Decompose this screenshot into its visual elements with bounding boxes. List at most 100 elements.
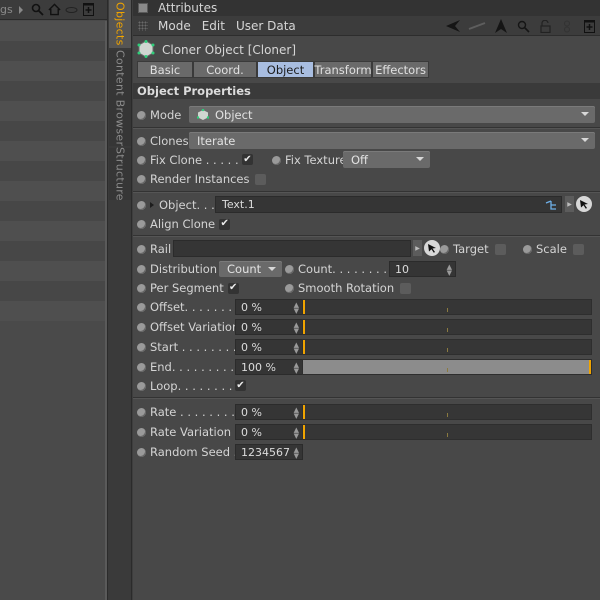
tab-object[interactable]: Object: [257, 61, 314, 78]
lock-icon[interactable]: [538, 19, 552, 33]
rail-menu-button[interactable]: ▶: [413, 240, 422, 256]
slider-value-field[interactable]: 100 % ▲ ▼: [235, 359, 303, 375]
expand-arrow-icon[interactable]: [150, 202, 154, 208]
slider-handle[interactable]: [589, 360, 591, 374]
slider-value-field[interactable]: 0 % ▲ ▼: [235, 299, 303, 315]
back-arrow-icon[interactable]: [446, 19, 460, 33]
animate-dot[interactable]: [137, 427, 146, 437]
object-link-field[interactable]: Text.1: [215, 196, 562, 213]
slider-handle[interactable]: [303, 320, 305, 334]
scale-checkbox[interactable]: [572, 243, 584, 255]
animate-dot[interactable]: [137, 302, 146, 312]
object-list-row[interactable]: [0, 141, 105, 161]
per-segment-checkbox[interactable]: ✔: [227, 282, 239, 294]
count-field[interactable]: 10 ▲ ▼: [389, 261, 456, 277]
ellipse-icon[interactable]: [65, 3, 78, 16]
animate-dot[interactable]: [137, 447, 146, 457]
distribution-dropdown[interactable]: Count: [219, 261, 282, 277]
forward-arrow-icon[interactable]: [468, 19, 486, 33]
tab-objects[interactable]: Objects: [109, 0, 131, 48]
slider-handle[interactable]: [303, 425, 305, 439]
animate-dot[interactable]: [137, 110, 146, 120]
tab-coord[interactable]: Coord.: [193, 61, 257, 78]
animate-dot[interactable]: [440, 244, 449, 254]
animate-dot[interactable]: [137, 322, 146, 332]
menu-edit[interactable]: Edit: [202, 19, 225, 33]
animate-dot[interactable]: [137, 264, 146, 274]
slider-value-field[interactable]: 0 % ▲ ▼: [235, 339, 303, 355]
search-icon[interactable]: [516, 19, 530, 33]
new-panel-icon[interactable]: [582, 19, 596, 33]
animate-dot[interactable]: [137, 219, 146, 229]
object-menu-button[interactable]: ▶: [565, 196, 574, 212]
render-instances-checkbox[interactable]: [254, 173, 266, 185]
animate-dot[interactable]: [137, 381, 146, 391]
animate-dot[interactable]: [272, 155, 281, 165]
object-list-row[interactable]: [0, 121, 105, 141]
rail-link-field[interactable]: [173, 240, 411, 257]
object-list-row[interactable]: [0, 181, 105, 201]
slider-value-field[interactable]: 0 % ▲ ▼: [235, 404, 303, 420]
spinner-arrows-icon[interactable]: ▲ ▼: [294, 302, 299, 315]
object-list-row[interactable]: [0, 261, 105, 281]
slider-track[interactable]: [302, 404, 592, 420]
spinner-arrows-icon[interactable]: ▲ ▼: [294, 447, 299, 460]
align-clone-checkbox[interactable]: ✔: [219, 218, 231, 230]
animate-dot[interactable]: [137, 174, 146, 184]
object-list-row[interactable]: [0, 161, 105, 181]
object-list-row[interactable]: [0, 201, 105, 221]
animate-dot[interactable]: [137, 136, 146, 146]
object-list-row[interactable]: [0, 21, 105, 41]
new-panel-icon[interactable]: [82, 3, 95, 16]
animate-dot[interactable]: [137, 200, 146, 210]
panel-menu-icon[interactable]: [138, 3, 148, 13]
mode-dropdown[interactable]: Object: [189, 106, 595, 123]
spinner-arrows-icon[interactable]: ▲ ▼: [294, 407, 299, 420]
animate-dot[interactable]: [523, 244, 532, 254]
spinner-arrows-icon[interactable]: ▲ ▼: [294, 342, 299, 355]
object-list-row[interactable]: [0, 241, 105, 261]
animate-dot[interactable]: [285, 264, 294, 274]
object-list-row[interactable]: [0, 41, 105, 61]
search-icon[interactable]: [31, 3, 44, 16]
object-list-row[interactable]: [0, 281, 105, 301]
tab-basic[interactable]: Basic: [137, 61, 193, 78]
random-seed-field[interactable]: 1234567 ▲ ▼: [235, 444, 303, 460]
slider-handle[interactable]: [303, 340, 305, 354]
tab-structure[interactable]: Structure: [109, 147, 131, 201]
spinner-arrows-icon[interactable]: ▲ ▼: [447, 264, 452, 277]
tab-transform[interactable]: Transform: [314, 61, 372, 78]
object-list-row[interactable]: [0, 101, 105, 121]
link-icon[interactable]: [560, 19, 574, 33]
fix-clone-checkbox[interactable]: ✔: [242, 154, 253, 165]
menu-mode[interactable]: Mode: [158, 19, 191, 33]
animate-dot[interactable]: [137, 407, 146, 417]
object-list-row[interactable]: [0, 81, 105, 101]
animate-dot[interactable]: [137, 342, 146, 352]
fix-texture-dropdown[interactable]: Off: [343, 151, 430, 168]
tab-effectors[interactable]: Effectors: [372, 61, 429, 78]
smooth-rotation-checkbox[interactable]: [400, 282, 412, 294]
object-list-row[interactable]: [0, 301, 105, 321]
slider-track[interactable]: [302, 299, 592, 315]
slider-track[interactable]: [302, 319, 592, 335]
animate-dot[interactable]: [137, 283, 146, 293]
up-arrow-icon[interactable]: [494, 19, 508, 33]
slider-value-field[interactable]: 0 % ▲ ▼: [235, 319, 303, 335]
tab-content-browser[interactable]: Content Browser: [109, 50, 131, 146]
animate-dot[interactable]: [137, 155, 146, 165]
object-pick-button[interactable]: [576, 196, 592, 212]
spinner-arrows-icon[interactable]: ▲ ▼: [294, 427, 299, 440]
slider-handle[interactable]: [303, 405, 305, 419]
loop-checkbox[interactable]: ✔: [235, 380, 246, 391]
animate-dot[interactable]: [137, 362, 146, 372]
menu-user-data[interactable]: User Data: [236, 19, 296, 33]
slider-track[interactable]: [302, 359, 592, 375]
clones-dropdown[interactable]: Iterate: [189, 132, 595, 149]
animate-dot[interactable]: [285, 283, 294, 293]
spinner-arrows-icon[interactable]: ▲ ▼: [294, 362, 299, 375]
slider-handle[interactable]: [303, 300, 305, 314]
slider-value-field[interactable]: 0 % ▲ ▼: [235, 424, 303, 440]
grip-icon[interactable]: [138, 20, 148, 31]
spinner-arrows-icon[interactable]: ▲ ▼: [294, 322, 299, 335]
